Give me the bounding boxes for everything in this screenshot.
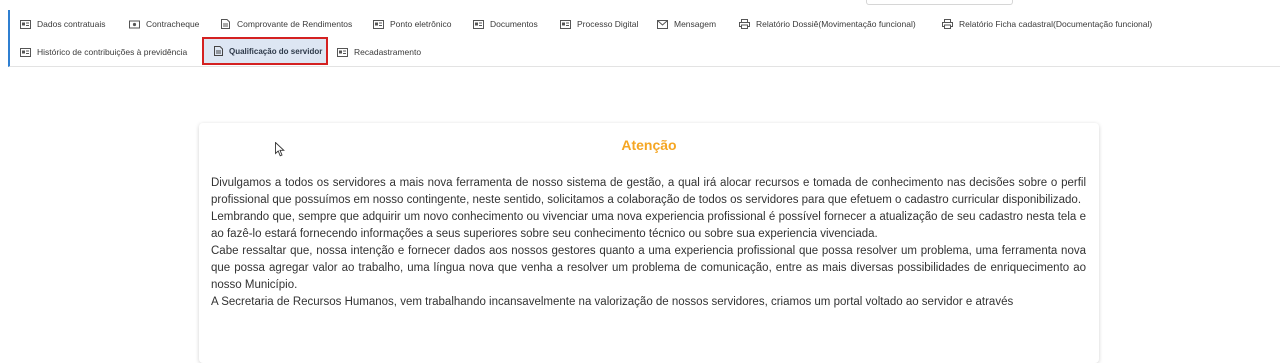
tab-relatorio-dossie[interactable]: Relatório Dossiê(Movimentação funcional) — [739, 16, 916, 32]
notice-paragraph: Divulgamos a todos os servidores a mais … — [211, 177, 1086, 206]
top-strip — [0, 0, 1280, 8]
tab-label: Documentos — [490, 19, 538, 29]
notice-body: Divulgamos a todos os servidores a mais … — [211, 175, 1086, 311]
tab-label: Relatório Dossiê(Movimentação funcional) — [756, 19, 916, 29]
tab-mensagem[interactable]: Mensagem — [657, 16, 716, 32]
notice-card: Atenção Divulgamos a todos os servidores… — [199, 123, 1099, 363]
notice-title: Atenção — [621, 137, 677, 153]
id-card-icon — [20, 47, 31, 57]
tab-dados-contratuais[interactable]: Dados contratuais — [20, 16, 106, 32]
notice-paragraph: A Secretaria de Recursos Humanos, vem tr… — [211, 296, 1014, 308]
tab-qualificacao-servidor[interactable]: Qualificação do servidor — [202, 37, 328, 65]
tab-label: Relatório Ficha cadastral(Documentação f… — [959, 19, 1153, 29]
tab-recadastramento[interactable]: Recadastramento — [337, 44, 421, 60]
tab-documentos[interactable]: Documentos — [473, 16, 538, 32]
mouse-cursor-icon — [275, 142, 285, 157]
tab-ponto-eletronico[interactable]: Ponto eletrônico — [373, 16, 451, 32]
tab-historico-previdencia[interactable]: Histórico de contribuições à previdência — [20, 44, 187, 60]
id-card-icon — [20, 19, 31, 29]
notice-paragraph: Lembrando que, sempre que adquirir um no… — [211, 211, 1086, 240]
tab-label: Dados contratuais — [37, 19, 106, 29]
envelope-icon — [657, 19, 668, 29]
id-card-icon — [373, 19, 384, 29]
search-input[interactable] — [866, 0, 1013, 5]
tab-label: Recadastramento — [354, 47, 422, 57]
tab-label: Processo Digital — [577, 19, 639, 29]
tab-relatorio-ficha-cadastral[interactable]: Relatório Ficha cadastral(Documentação f… — [942, 16, 1152, 32]
tab-comprovante-rendimentos[interactable]: Comprovante de Rendimentos — [220, 16, 352, 32]
id-card-icon — [560, 19, 571, 29]
tab-label: Ponto eletrônico — [390, 19, 452, 29]
id-card-icon — [473, 19, 484, 29]
tab-processo-digital[interactable]: Processo Digital — [560, 16, 638, 32]
id-card-icon — [337, 47, 348, 57]
tab-contracheque[interactable]: Contracheque — [129, 16, 199, 32]
tab-bar: Dados contratuais Contracheque Comprovan… — [8, 10, 1280, 67]
notice-paragraph: Cabe ressaltar que, nossa intenção e for… — [211, 245, 1086, 291]
document-icon — [220, 19, 231, 29]
tab-label: Contracheque — [146, 19, 200, 29]
money-icon — [129, 20, 140, 29]
printer-icon — [739, 19, 750, 29]
tab-label: Qualificação do servidor — [229, 46, 323, 56]
tab-label: Histórico de contribuições à previdência — [37, 47, 188, 57]
tab-label: Mensagem — [674, 19, 717, 29]
tab-label: Comprovante de Rendimentos — [237, 19, 353, 29]
document-icon — [214, 46, 223, 56]
printer-icon — [942, 19, 953, 29]
